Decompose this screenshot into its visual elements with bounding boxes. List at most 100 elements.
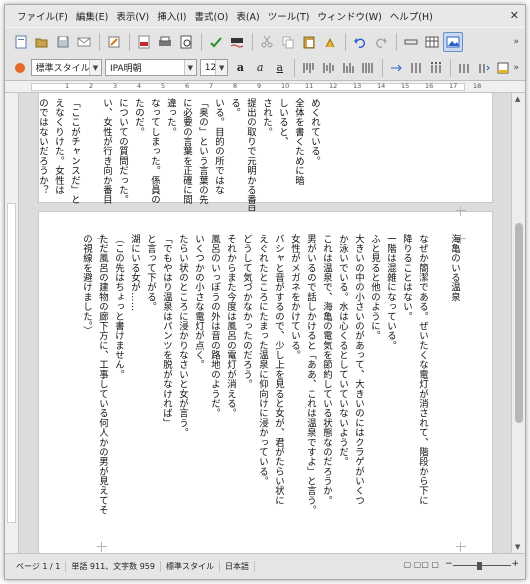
scroll-down-icon[interactable]: ▼ [515,543,520,551]
zoom-knob[interactable] [477,562,482,570]
ruler-number: 17 [449,82,458,90]
autospellcheck-icon[interactable] [227,32,247,52]
font-size-select[interactable]: 12 ▼ [199,59,229,76]
cut-icon[interactable] [257,32,277,52]
menu-table[interactable]: 表(A) [232,9,263,23]
ruler-number: 3 [113,82,118,90]
menu-file[interactable]: ファイル(F) [13,9,72,23]
page-count[interactable]: ページ 1 / 1 [11,561,67,572]
toolbar-overflow-icon[interactable]: » [514,63,520,73]
open-folder-icon[interactable] [32,32,52,52]
new-document-icon[interactable] [11,32,31,52]
save-icon[interactable] [53,32,73,52]
text-column: たらい状のところに浸かりなさいと女が言う。 [177,234,188,438]
toolbar-separator [396,32,397,51]
horizontal-ruler[interactable]: 1 2 3 4 5 6 7 8 9 10 11 12 13 14 15 16 1… [5,81,525,93]
paragraph-style-select[interactable]: 標準スタイル ▼ [30,59,102,76]
ruler-number: 5 [161,82,166,90]
status-bar: ページ 1 / 1 単語 911、文字数 959 標準スタイル 日本語 ▢ ▢▢… [5,553,525,579]
text-column: 女性がメガネをかけている。 [289,234,300,360]
text-column: 風呂のいっぽうの外は音の路地のようだ。 [209,234,220,419]
edit-mode-icon[interactable] [104,32,124,52]
align-top-icon[interactable] [299,58,318,78]
close-document-icon[interactable]: ✕ [510,9,519,22]
text-column: ふと見ると他のように。 [369,234,380,341]
table-icon[interactable] [422,32,442,52]
text-column: と言って下がる。 [145,234,156,312]
page-style[interactable]: 標準スタイル [161,561,220,572]
vertical-ruler-text-area [7,203,16,523]
image-icon[interactable] [443,31,463,52]
align-bottom-icon[interactable] [338,58,357,78]
chevron-down-icon[interactable]: ▼ [215,60,228,75]
view-layout-icons[interactable]: ▢ ▢▢ ▢ [404,560,439,569]
zoom-in-icon[interactable]: + [511,559,519,569]
menu-insert[interactable]: 挿入(I) [153,9,190,23]
underline-icon[interactable]: a [270,58,289,78]
italic-icon[interactable]: a [251,58,270,78]
ruler-number: 1 [65,82,70,90]
toolbar-separator [294,58,296,77]
copy-icon[interactable] [278,32,298,52]
justify-icon[interactable] [358,58,377,78]
menu-tools[interactable]: ツール(T) [264,9,314,23]
styles-icon[interactable] [11,58,30,78]
menu-window[interactable]: ウィンドウ(W) [313,9,385,23]
vertical-scrollbar[interactable]: ▲ ▼ [511,93,525,553]
text-column: か泳いでいる。水は心くるとしていていないようだ。 [337,234,348,467]
undo-icon[interactable] [350,32,370,52]
menu-edit[interactable]: 編集(E) [72,9,112,23]
numbering-icon[interactable] [406,58,425,78]
paste-icon[interactable] [299,32,319,52]
vertical-ruler[interactable] [5,93,19,553]
language[interactable]: 日本語 [220,561,255,572]
text-column: 「ここがチャンスだ」と [69,98,80,205]
menu-help[interactable]: ヘルプ(H) [386,9,437,23]
bullets-icon[interactable] [426,58,445,78]
redo-icon[interactable] [371,32,391,52]
text-column: しいると、 [277,98,288,147]
export-pdf-icon[interactable] [134,32,154,52]
crop-mark [456,542,466,552]
ruler-number: 18 [473,82,482,90]
scrollbar-thumb[interactable] [515,223,523,423]
text-direction-icon[interactable] [387,58,406,78]
standard-toolbar: » [5,27,525,55]
text-column: 一階は混雑になっている。 [385,234,396,351]
hyperlink-icon[interactable] [401,32,421,52]
clone-formatting-icon[interactable] [320,32,340,52]
text-column: 提出の取りで元明かる番目 [245,98,256,215]
align-center-icon[interactable] [319,58,338,78]
print-icon[interactable] [155,32,175,52]
toolbar-separator [99,32,100,51]
word-count[interactable]: 単語 911、文字数 959 [66,561,161,572]
font-name-select[interactable]: IPA明朝 ▼ [104,59,197,76]
paragraph-color-icon[interactable] [494,58,513,78]
toolbar-separator [381,58,383,77]
bold-icon[interactable]: a [231,58,250,78]
menu-view[interactable]: 表示(V) [112,9,153,23]
toolbar-overflow-icon[interactable]: » [513,37,519,47]
crop-mark [97,542,107,552]
text-column: 違った。 [165,98,176,137]
text-column: それからまた今度は風呂の電灯が消える。 [225,234,236,419]
spellcheck-icon[interactable] [206,32,226,52]
text-column: 大きいの中の小さいのがあって、大きいのにはクラゲがいくつ [353,234,364,506]
decrease-indent-icon[interactable] [455,58,474,78]
document-canvas[interactable]: めくれている。 全体を書くために暗 しいると、 された。 提出の取りで元明かる番… [20,93,510,553]
zoom-slider[interactable]: − + [445,559,519,570]
ruler-number: 12 [329,82,338,90]
menu-format[interactable]: 書式(O) [190,9,232,23]
chevron-down-icon[interactable]: ▼ [183,60,196,75]
ruler-number: 10 [281,82,290,90]
text-column: のではないだろうか？ [37,98,48,195]
increase-indent-icon[interactable] [474,58,493,78]
text-column: どうして気づかなかったのだろう。 [241,234,252,390]
text-column: ただ風呂の建物の廊下方に、工事している何人かの男が見えてそ [97,234,108,516]
print-preview-icon[interactable] [176,32,196,52]
writer-window: ファイル(F) 編集(E) 表示(V) 挿入(I) 書式(O) 表(A) ツール… [4,4,526,580]
zoom-out-icon[interactable]: − [445,559,453,569]
email-icon[interactable] [74,32,94,52]
chevron-down-icon[interactable]: ▼ [88,60,101,75]
scroll-up-icon[interactable]: ▲ [515,95,520,103]
